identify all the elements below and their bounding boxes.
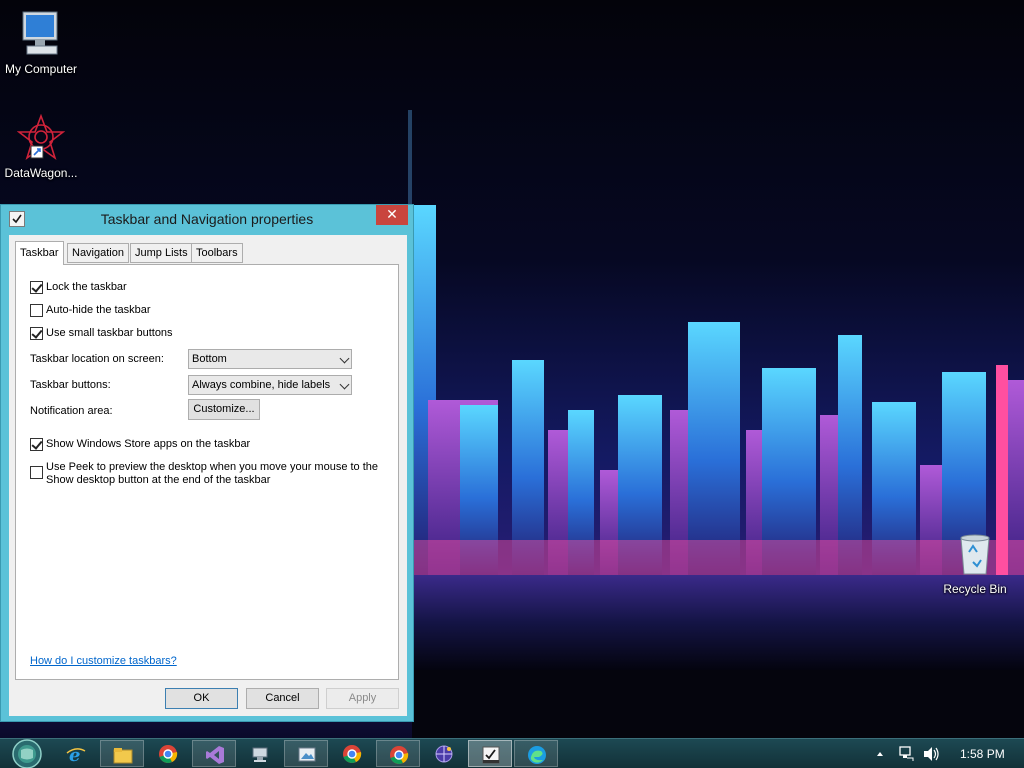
lock-taskbar-checkbox[interactable]: Lock the taskbar: [30, 281, 127, 294]
chevron-up-icon[interactable]: [874, 739, 886, 768]
desktop-icon-recycle-bin[interactable]: Recycle Bin: [934, 530, 1016, 596]
dialog-title: Taskbar and Navigation properties: [100, 211, 314, 227]
taskbar-item-network-app[interactable]: [238, 740, 282, 767]
taskbar-item-chrome[interactable]: [330, 740, 374, 767]
cancel-button[interactable]: Cancel: [246, 688, 319, 709]
checkbox-box[interactable]: [30, 438, 43, 451]
help-link[interactable]: How do I customize taskbars?: [30, 655, 177, 667]
globe-app-icon: [435, 745, 453, 763]
visual-studio-icon: [206, 746, 224, 764]
checkbox-label: Show Windows Store apps on the taskbar: [46, 438, 251, 450]
dialog-title-bar[interactable]: Taskbar and Navigation properties ✕: [1, 205, 413, 233]
chrome-icon: [159, 745, 178, 763]
tab-taskbar[interactable]: Taskbar: [15, 241, 64, 265]
taskbar-item-chrome-2[interactable]: [376, 740, 420, 767]
notification-area-label: Notification area:: [30, 405, 113, 417]
checkbox-label: Auto-hide the taskbar: [46, 304, 151, 316]
checkbox-box[interactable]: [30, 281, 43, 294]
show-store-apps-checkbox[interactable]: Show Windows Store apps on the taskbar: [30, 438, 250, 451]
chevron-down-icon: [339, 353, 350, 364]
svg-text:e: e: [69, 745, 80, 764]
taskbar-location-label: Taskbar location on screen:: [30, 353, 164, 365]
taskbar-item-edge[interactable]: [514, 740, 558, 767]
network-icon[interactable]: [898, 739, 916, 768]
small-taskbar-buttons-checkbox[interactable]: Use small taskbar buttons: [30, 327, 173, 340]
file-explorer-icon: [113, 748, 133, 764]
auto-hide-taskbar-checkbox[interactable]: Auto-hide the taskbar: [30, 304, 151, 317]
checkbox-box[interactable]: [30, 327, 43, 340]
taskbar-buttons-dropdown[interactable]: Always combine, hide labels: [188, 375, 352, 395]
system-tray: 1:58 PM: [870, 739, 1024, 768]
taskbar-item-internet-explorer[interactable]: e: [54, 740, 98, 767]
checkbox-label-line1: Use Peek to preview the desktop when you…: [46, 461, 379, 473]
datawagon-icon: [17, 114, 65, 161]
checkbox-box[interactable]: [30, 466, 43, 479]
computer-icon: [22, 11, 58, 55]
image-viewer-icon: [298, 747, 316, 762]
taskbar: e 1:58 PM: [0, 738, 1024, 768]
network-app-icon: [252, 747, 268, 762]
taskbar-tab-panel: Lock the taskbar Auto-hide the taskbar U…: [15, 264, 399, 680]
use-peek-checkbox[interactable]: Use Peek to preview the desktop when you…: [30, 461, 378, 487]
desktop-icon-datawagon[interactable]: DataWagon...: [0, 114, 82, 180]
tab-navigation[interactable]: Navigation: [67, 243, 129, 263]
chevron-down-icon: [339, 379, 350, 390]
windows-orb-icon: [12, 739, 42, 768]
checkbox-label: Use Peek to preview the desktop when you…: [46, 461, 378, 487]
taskbar-item-visual-studio[interactable]: [192, 740, 236, 767]
dropdown-value: Bottom: [192, 353, 227, 365]
checkbox-label: Lock the taskbar: [46, 281, 127, 293]
taskbar-buttons-label: Taskbar buttons:: [30, 379, 111, 391]
desktop-icon-my-computer[interactable]: My Computer: [0, 10, 82, 76]
taskbar-item-image-viewer[interactable]: [284, 740, 328, 767]
dropdown-value: Always combine, hide labels: [192, 379, 331, 391]
recycle-bin-icon: [960, 534, 990, 575]
taskbar-item-file-explorer[interactable]: [100, 740, 144, 767]
tab-jump-lists[interactable]: Jump Lists: [130, 243, 193, 263]
chrome-icon: [390, 746, 409, 764]
close-button[interactable]: ✕: [376, 205, 408, 225]
taskbar-properties-icon: [482, 746, 500, 764]
apply-button[interactable]: Apply: [326, 688, 399, 709]
taskbar-item-globe-app[interactable]: [422, 740, 466, 767]
customize-button[interactable]: Customize...: [188, 399, 260, 420]
taskbar-item-taskbar-properties[interactable]: [468, 740, 512, 767]
checkbox-label: Use small taskbar buttons: [46, 327, 173, 339]
taskbar-clock[interactable]: 1:58 PM: [960, 747, 1005, 761]
checkbox-box[interactable]: [30, 304, 43, 317]
dialog-client-area: Taskbar Navigation Jump Lists Toolbars L…: [9, 235, 407, 716]
start-button[interactable]: [8, 739, 48, 768]
taskbar-location-dropdown[interactable]: Bottom: [188, 349, 352, 369]
taskbar-item-chrome[interactable]: [146, 740, 190, 767]
internet-explorer-icon: e: [66, 745, 86, 764]
volume-icon[interactable]: [922, 739, 940, 768]
edge-icon: [528, 746, 546, 764]
tab-toolbars[interactable]: Toolbars: [191, 243, 243, 263]
checkbox-label-line2: Show desktop button at the end of the ta…: [46, 474, 271, 486]
chrome-icon: [343, 745, 362, 763]
taskbar-properties-dialog: Taskbar and Navigation properties ✕ Task…: [0, 204, 414, 722]
ok-button[interactable]: OK: [165, 688, 238, 709]
